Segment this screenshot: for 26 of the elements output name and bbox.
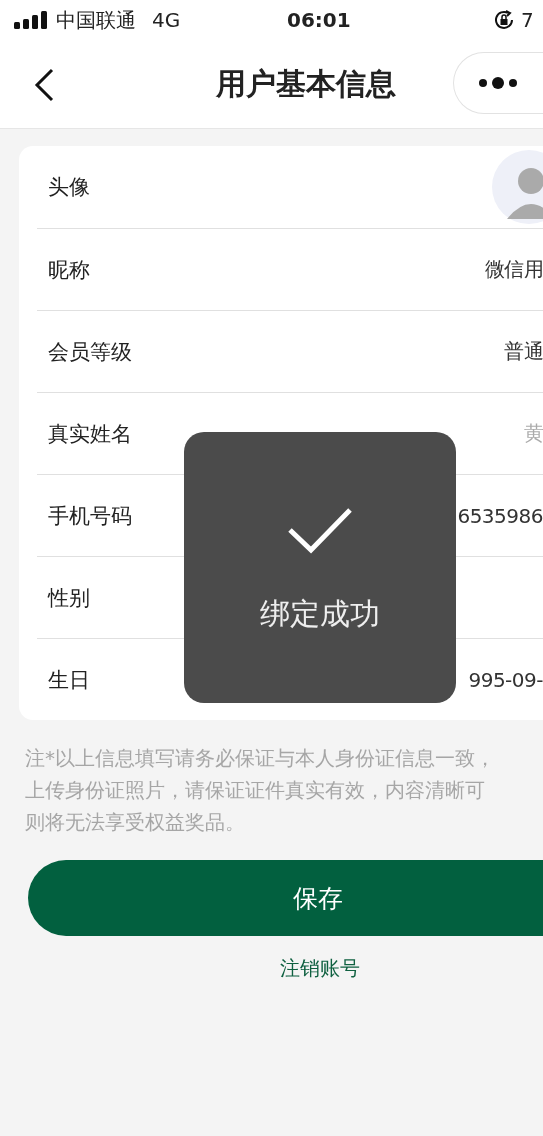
network-type: 4G bbox=[152, 8, 181, 32]
rotation-lock-icon bbox=[493, 9, 515, 31]
row-label: 真实姓名 bbox=[47, 420, 132, 448]
note-text: 注*以上信息填写请务必保证与本人身份证信息一致， 上传身份证照片，请保证证件真实有效，内容清晰可 则将无法享受权益奖品。 bbox=[25, 745, 496, 836]
toast-message: 绑定成功 bbox=[260, 595, 380, 633]
more-icon[interactable] bbox=[478, 76, 518, 90]
row-label: 昵称 bbox=[47, 256, 90, 284]
row-value: 黄 bbox=[523, 420, 543, 447]
row-value: 995-09- bbox=[468, 667, 543, 692]
row-value: 6535986 bbox=[457, 503, 543, 528]
row-value: 普通 bbox=[504, 338, 543, 365]
cancel-account-link[interactable]: 注销账号 bbox=[273, 954, 366, 983]
row-value: 微信用 bbox=[484, 256, 543, 283]
carrier-name: 中国联通 bbox=[56, 6, 136, 34]
check-icon bbox=[287, 506, 353, 554]
page-title: 用户基本信息 bbox=[216, 64, 396, 103]
row-label: 会员等级 bbox=[47, 338, 132, 366]
back-icon[interactable] bbox=[34, 68, 54, 102]
row-label: 手机号码 bbox=[47, 502, 132, 530]
row-label: 性别 bbox=[46, 584, 90, 612]
row-label: 生日 bbox=[47, 666, 90, 694]
clock: 06:01 bbox=[287, 8, 351, 32]
battery-percent: 7 bbox=[521, 8, 534, 32]
signal-icon bbox=[14, 11, 48, 29]
row-label: 头像 bbox=[47, 174, 90, 201]
save-button[interactable]: 保存 bbox=[28, 860, 543, 936]
